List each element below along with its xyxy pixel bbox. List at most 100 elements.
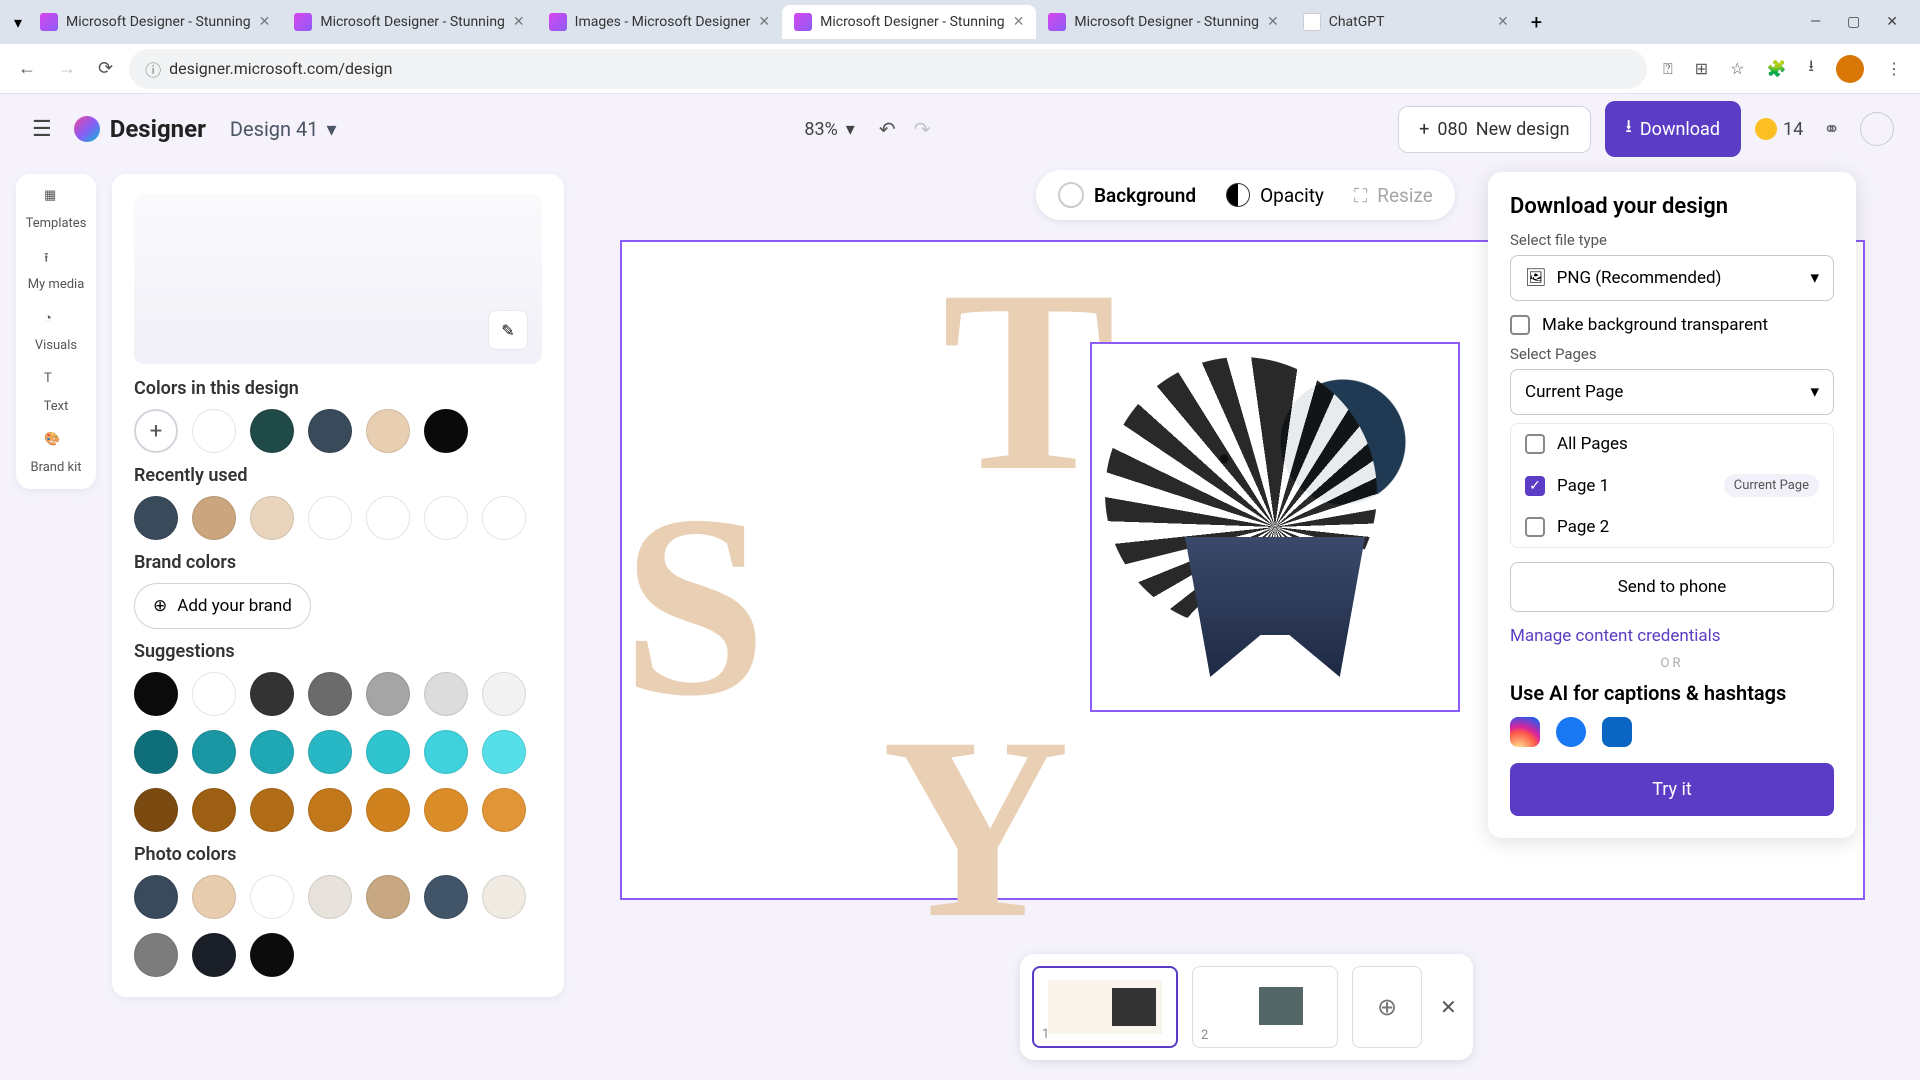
page-thumbnail-1[interactable]: 1 [1032,966,1178,1048]
close-icon[interactable]: ✕ [259,14,271,30]
credits-counter[interactable]: 14 [1755,118,1803,140]
canvas-letter[interactable]: S [622,457,767,756]
color-swatch[interactable] [134,496,178,540]
color-swatch[interactable] [192,933,236,977]
canvas-image-selected[interactable] [1090,342,1460,712]
manage-credentials-link[interactable]: Manage content credentials [1510,626,1834,646]
color-swatch[interactable] [250,496,294,540]
page1-checkbox[interactable]: ✓Page 1Current Page [1511,464,1833,507]
window-maximize-icon[interactable]: ▢ [1847,14,1860,30]
rail-templates[interactable]: ▦Templates [26,188,87,231]
filetype-select[interactable]: 🖼 PNG (Recommended) [1510,255,1834,301]
opacity-option[interactable]: Opacity [1226,183,1324,207]
color-swatch[interactable] [308,875,352,919]
all-pages-checkbox[interactable]: All Pages [1511,424,1833,464]
extensions-icon[interactable]: 🧩 [1766,59,1786,78]
browser-tab[interactable]: Microsoft Designer - Stunning✕ [1036,5,1290,39]
color-swatch[interactable] [424,730,468,774]
color-swatch[interactable] [424,875,468,919]
color-swatch[interactable] [308,672,352,716]
color-swatch[interactable] [308,496,352,540]
page-thumbnail-2[interactable]: 2 [1192,966,1338,1048]
account-button[interactable] [1860,112,1894,146]
nav-forward-icon[interactable]: → [52,52,82,85]
browser-tab[interactable]: ChatGPT✕ [1291,5,1521,39]
downloads-icon[interactable]: ⭳ [1808,55,1814,82]
transparent-bg-checkbox[interactable]: Make background transparent [1510,315,1834,335]
color-swatch[interactable] [192,409,236,453]
zoom-control[interactable]: 83% [804,119,854,140]
color-swatch[interactable] [192,496,236,540]
color-swatch[interactable] [250,788,294,832]
download-button[interactable]: ⭳ Download [1605,101,1741,157]
tab-search-dropdown[interactable]: ▾ [8,7,28,38]
color-swatch[interactable] [424,672,468,716]
resize-option[interactable]: ⛶Resize [1354,184,1433,207]
color-swatch[interactable] [366,730,410,774]
color-swatch[interactable] [366,496,410,540]
bookmark-icon[interactable]: ☆ [1730,59,1744,78]
try-it-button[interactable]: Try it [1510,763,1834,816]
new-design-button[interactable]: + 080 New design [1398,106,1590,153]
color-swatch[interactable] [482,730,526,774]
color-swatch[interactable] [482,788,526,832]
color-swatch[interactable] [424,788,468,832]
color-swatch[interactable] [250,875,294,919]
profile-avatar[interactable] [1836,55,1864,83]
color-swatch[interactable] [366,875,410,919]
site-info-icon[interactable]: ⓘ [145,57,161,81]
add-brand-button[interactable]: ⊕ Add your brand [134,583,311,629]
browser-tab[interactable]: Microsoft Designer - Stunning✕ [282,5,536,39]
color-swatch[interactable] [250,672,294,716]
eyedropper-button[interactable]: ✎ [488,310,528,350]
color-swatch[interactable] [366,788,410,832]
install-app-icon[interactable]: ⍰ [1663,59,1673,79]
color-swatch[interactable] [482,496,526,540]
color-swatch[interactable] [134,788,178,832]
color-swatch[interactable] [482,672,526,716]
app-logo[interactable]: Designer [74,115,206,143]
rail-visuals[interactable]: ◔Visuals [35,310,77,353]
color-swatch[interactable] [308,730,352,774]
browser-tab[interactable]: Images - Microsoft Designer✕ [537,5,782,39]
rail-brand-kit[interactable]: 🎨Brand kit [30,432,81,475]
browser-tab-active[interactable]: Microsoft Designer - Stunning✕ [782,5,1036,39]
browser-tab[interactable]: Microsoft Designer - Stunning✕ [28,5,282,39]
rail-my-media[interactable]: ⭱My media [28,249,85,292]
color-swatch[interactable] [308,788,352,832]
color-swatch[interactable] [250,409,294,453]
color-swatch[interactable] [366,409,410,453]
close-icon[interactable]: ✕ [513,14,525,30]
share-icon[interactable]: ⚭ [1817,111,1846,147]
window-minimize-icon[interactable]: — [1810,14,1821,30]
translate-icon[interactable]: ⊞ [1695,59,1708,78]
undo-button[interactable]: ↶ [879,117,896,141]
color-swatch[interactable] [134,875,178,919]
window-close-icon[interactable]: ✕ [1886,14,1898,30]
color-swatch[interactable] [424,409,468,453]
color-swatch[interactable] [134,730,178,774]
color-swatch[interactable] [250,933,294,977]
color-swatch[interactable] [308,409,352,453]
add-page-button[interactable]: ⊕ [1352,966,1422,1048]
color-swatch[interactable] [192,672,236,716]
close-strip-button[interactable]: ✕ [1436,991,1461,1023]
send-to-phone-button[interactable]: Send to phone [1510,562,1834,612]
browser-menu-icon[interactable]: ⋮ [1886,59,1902,78]
new-tab-button[interactable]: + [1521,4,1552,40]
pages-select[interactable]: Current Page [1510,369,1834,415]
color-swatch[interactable] [424,496,468,540]
color-swatch[interactable] [134,933,178,977]
close-icon[interactable]: ✕ [1497,14,1509,30]
add-color-button[interactable]: + [134,409,178,453]
color-swatch[interactable] [250,730,294,774]
color-swatch[interactable] [192,788,236,832]
instagram-icon[interactable] [1510,717,1540,747]
canvas-letter[interactable]: Y [882,679,1070,978]
close-icon[interactable]: ✕ [758,14,770,30]
facebook-icon[interactable] [1556,717,1586,747]
close-icon[interactable]: ✕ [1013,14,1025,30]
redo-button[interactable]: ↷ [914,117,931,141]
color-swatch[interactable] [134,672,178,716]
background-option[interactable]: Background [1058,182,1196,208]
